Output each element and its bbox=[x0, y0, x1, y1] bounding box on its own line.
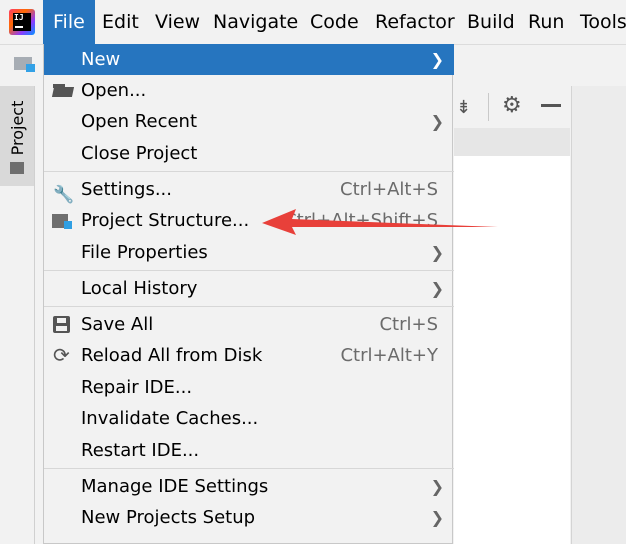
save-icon bbox=[53, 316, 70, 333]
chevron-right-icon: ❯ bbox=[430, 112, 444, 131]
menu-navigate[interactable]: Navigate bbox=[213, 0, 298, 44]
project-structure-icon bbox=[52, 214, 72, 229]
menu-separator bbox=[44, 468, 454, 469]
gear-icon[interactable]: ⚙ bbox=[502, 93, 522, 118]
file-menu-dropdown: New ❯ Open... Open Recent ❯ Close Projec… bbox=[43, 44, 454, 544]
menu-item-new[interactable]: New ❯ bbox=[44, 44, 454, 75]
menu-edit[interactable]: Edit bbox=[102, 0, 139, 44]
menu-view[interactable]: View bbox=[155, 0, 200, 44]
toolbar-divider bbox=[488, 93, 489, 121]
project-tool-tab[interactable]: Project bbox=[0, 86, 34, 186]
chevron-right-icon: ❯ bbox=[430, 477, 444, 496]
menu-tools[interactable]: Tools bbox=[580, 0, 626, 44]
menu-build[interactable]: Build bbox=[467, 0, 515, 44]
red-annotation-arrow-icon bbox=[262, 209, 498, 235]
reload-icon: ⟳ bbox=[53, 343, 70, 367]
chevron-right-icon: ❯ bbox=[430, 279, 444, 298]
menu-item-repair-ide[interactable]: Repair IDE... bbox=[44, 372, 454, 403]
project-folder-icon[interactable] bbox=[14, 55, 36, 72]
menu-separator bbox=[44, 270, 454, 271]
project-tab-label: Project bbox=[8, 100, 27, 156]
chevron-right-icon: ❯ bbox=[430, 50, 444, 69]
folder-icon bbox=[10, 162, 24, 174]
menu-item-open-recent[interactable]: Open Recent ❯ bbox=[44, 106, 454, 137]
menu-run[interactable]: Run bbox=[528, 0, 564, 44]
menu-item-invalidate-caches[interactable]: Invalidate Caches... bbox=[44, 403, 454, 434]
menu-item-save-all[interactable]: Save All Ctrl+S bbox=[44, 309, 454, 340]
menu-item-new-projects-setup[interactable]: New Projects Setup ❯ bbox=[44, 502, 454, 533]
left-tool-strip: Project bbox=[0, 86, 35, 544]
project-panel-header bbox=[454, 128, 570, 156]
menu-file[interactable]: File bbox=[43, 0, 95, 44]
menu-separator bbox=[44, 306, 454, 307]
chevron-right-icon: ❯ bbox=[430, 508, 444, 527]
menu-item-open[interactable]: Open... bbox=[44, 75, 454, 106]
menu-item-manage-ide-settings[interactable]: Manage IDE Settings ❯ bbox=[44, 471, 454, 502]
menu-item-settings[interactable]: 🔧 Settings... Ctrl+Alt+S bbox=[44, 174, 454, 205]
folder-open-icon bbox=[51, 84, 75, 97]
menu-separator bbox=[44, 171, 454, 172]
menu-item-reload-all[interactable]: ⟳ Reload All from Disk Ctrl+Alt+Y bbox=[44, 340, 454, 371]
editor-area bbox=[571, 86, 626, 544]
menu-refactor[interactable]: Refactor bbox=[375, 0, 455, 44]
menu-item-restart-ide[interactable]: Restart IDE... bbox=[44, 435, 454, 466]
chevron-right-icon: ❯ bbox=[430, 243, 444, 262]
menu-bar: IJ File Edit View Navigate Code Refactor… bbox=[0, 0, 626, 45]
intellij-logo-icon: IJ bbox=[9, 9, 35, 35]
collapse-all-icon[interactable]: ⇟ bbox=[456, 97, 471, 118]
menu-item-local-history[interactable]: Local History ❯ bbox=[44, 273, 454, 304]
menu-code[interactable]: Code bbox=[310, 0, 359, 44]
menu-item-close-project[interactable]: Close Project bbox=[44, 138, 454, 169]
minimize-icon[interactable] bbox=[541, 104, 561, 107]
menu-item-file-properties[interactable]: File Properties ❯ bbox=[44, 237, 454, 268]
